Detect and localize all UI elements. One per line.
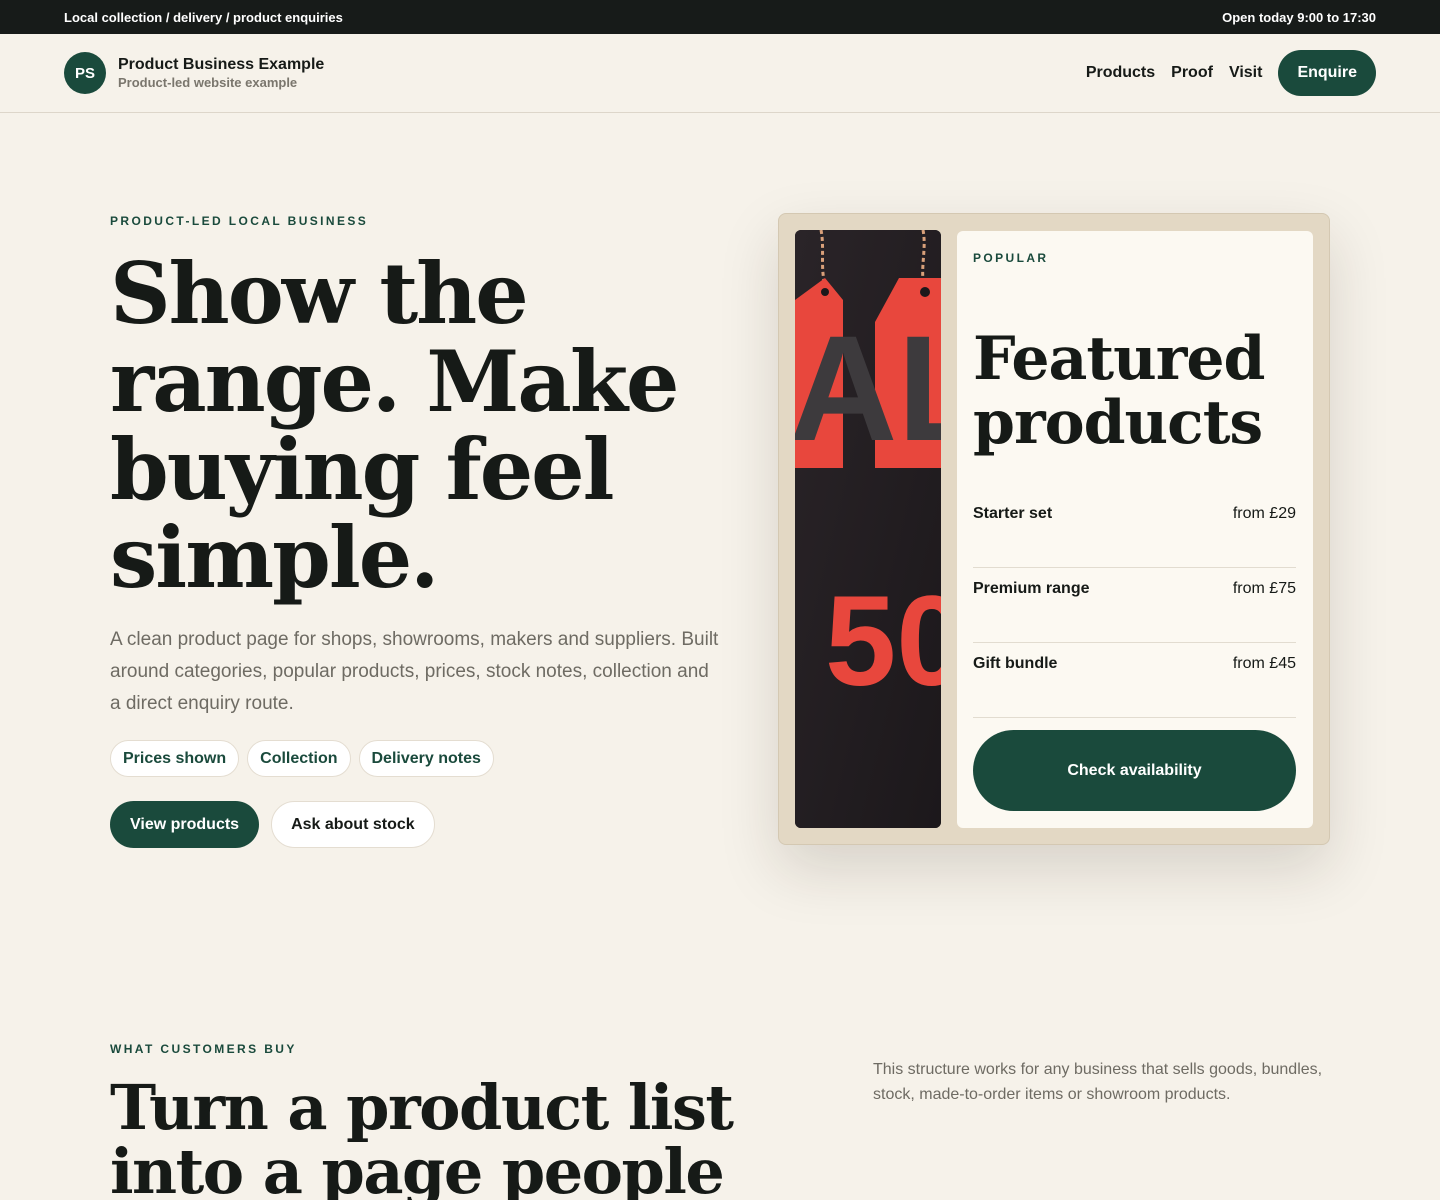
brand[interactable]: PS Product Business Example Product-led … [64,52,324,94]
chip-delivery-notes: Delivery notes [358,740,494,777]
list-item[interactable]: Gift bundle from £45 [973,643,1296,718]
product-price: from £45 [1232,655,1296,672]
chip-collection: Collection [247,740,351,777]
section-title: Turn a product list into a page people [110,1071,734,1200]
list-item[interactable]: Starter set from £29 [973,493,1296,568]
enquire-button[interactable]: Enquire [1278,50,1376,96]
sale-tag-image: AL 50 [795,230,941,828]
sale-tag-illustration: AL 50 [795,230,941,828]
hero-description: A clean product page for shops, showroom… [110,629,719,714]
featured-eyebrow: POPULAR [973,251,1049,265]
tag-number: 50 [825,570,941,713]
opening-hours: Open today 9:00 to 17:30 [1222,9,1376,25]
featured-products-card: AL 50 POPULAR Featured products Starter … [778,213,1330,845]
featured-title: Featured products [973,324,1265,458]
hero-title: Show the range. Make buying feel simple. [110,244,679,607]
product-name: Starter set [973,505,1053,522]
announcement-text: Local collection / delivery / product en… [64,9,343,25]
brand-text: Product Business Example Product-led web… [118,56,324,91]
product-name: Premium range [973,580,1090,597]
product-price: from £75 [1232,580,1296,597]
product-name: Gift bundle [973,655,1058,672]
brand-name: Product Business Example [118,55,325,73]
view-products-button[interactable]: View products [110,801,260,848]
hero-eyebrow: PRODUCT-LED LOCAL BUSINESS [110,214,369,228]
nav-proof[interactable]: Proof [1171,64,1213,82]
ask-about-stock-button[interactable]: Ask about stock [271,801,435,848]
site-header: PS Product Business Example Product-led … [0,34,1440,113]
nav-products[interactable]: Products [1086,64,1155,82]
list-item[interactable]: Premium range from £75 [973,568,1296,643]
product-price: from £29 [1232,505,1296,522]
hero: PRODUCT-LED LOCAL BUSINESS Show the rang… [110,214,730,848]
chip-prices-shown: Prices shown [110,740,240,777]
announcement-bar: Local collection / delivery / product en… [0,0,1440,34]
nav-visit[interactable]: Visit [1229,64,1263,82]
what-customers-buy-section: WHAT CUSTOMERS BUY Turn a product list i… [110,1042,810,1200]
product-list: Starter set from £29 Premium range from … [973,493,1296,718]
feature-chips: Prices shown Collection Delivery notes [110,740,730,777]
main-nav: Products Proof Visit Enquire [1086,50,1376,96]
hero-actions: View products Ask about stock [110,801,730,848]
featured-panel: POPULAR Featured products Starter set fr… [957,231,1313,828]
tag-letters: AL [795,304,941,472]
section-eyebrow: WHAT CUSTOMERS BUY [110,1042,297,1056]
brand-logo: PS [64,52,106,94]
check-availability-button[interactable]: Check availability [973,730,1296,811]
section-description: This structure works for any business th… [873,1061,1323,1103]
brand-tagline: Product-led website example [118,74,298,90]
